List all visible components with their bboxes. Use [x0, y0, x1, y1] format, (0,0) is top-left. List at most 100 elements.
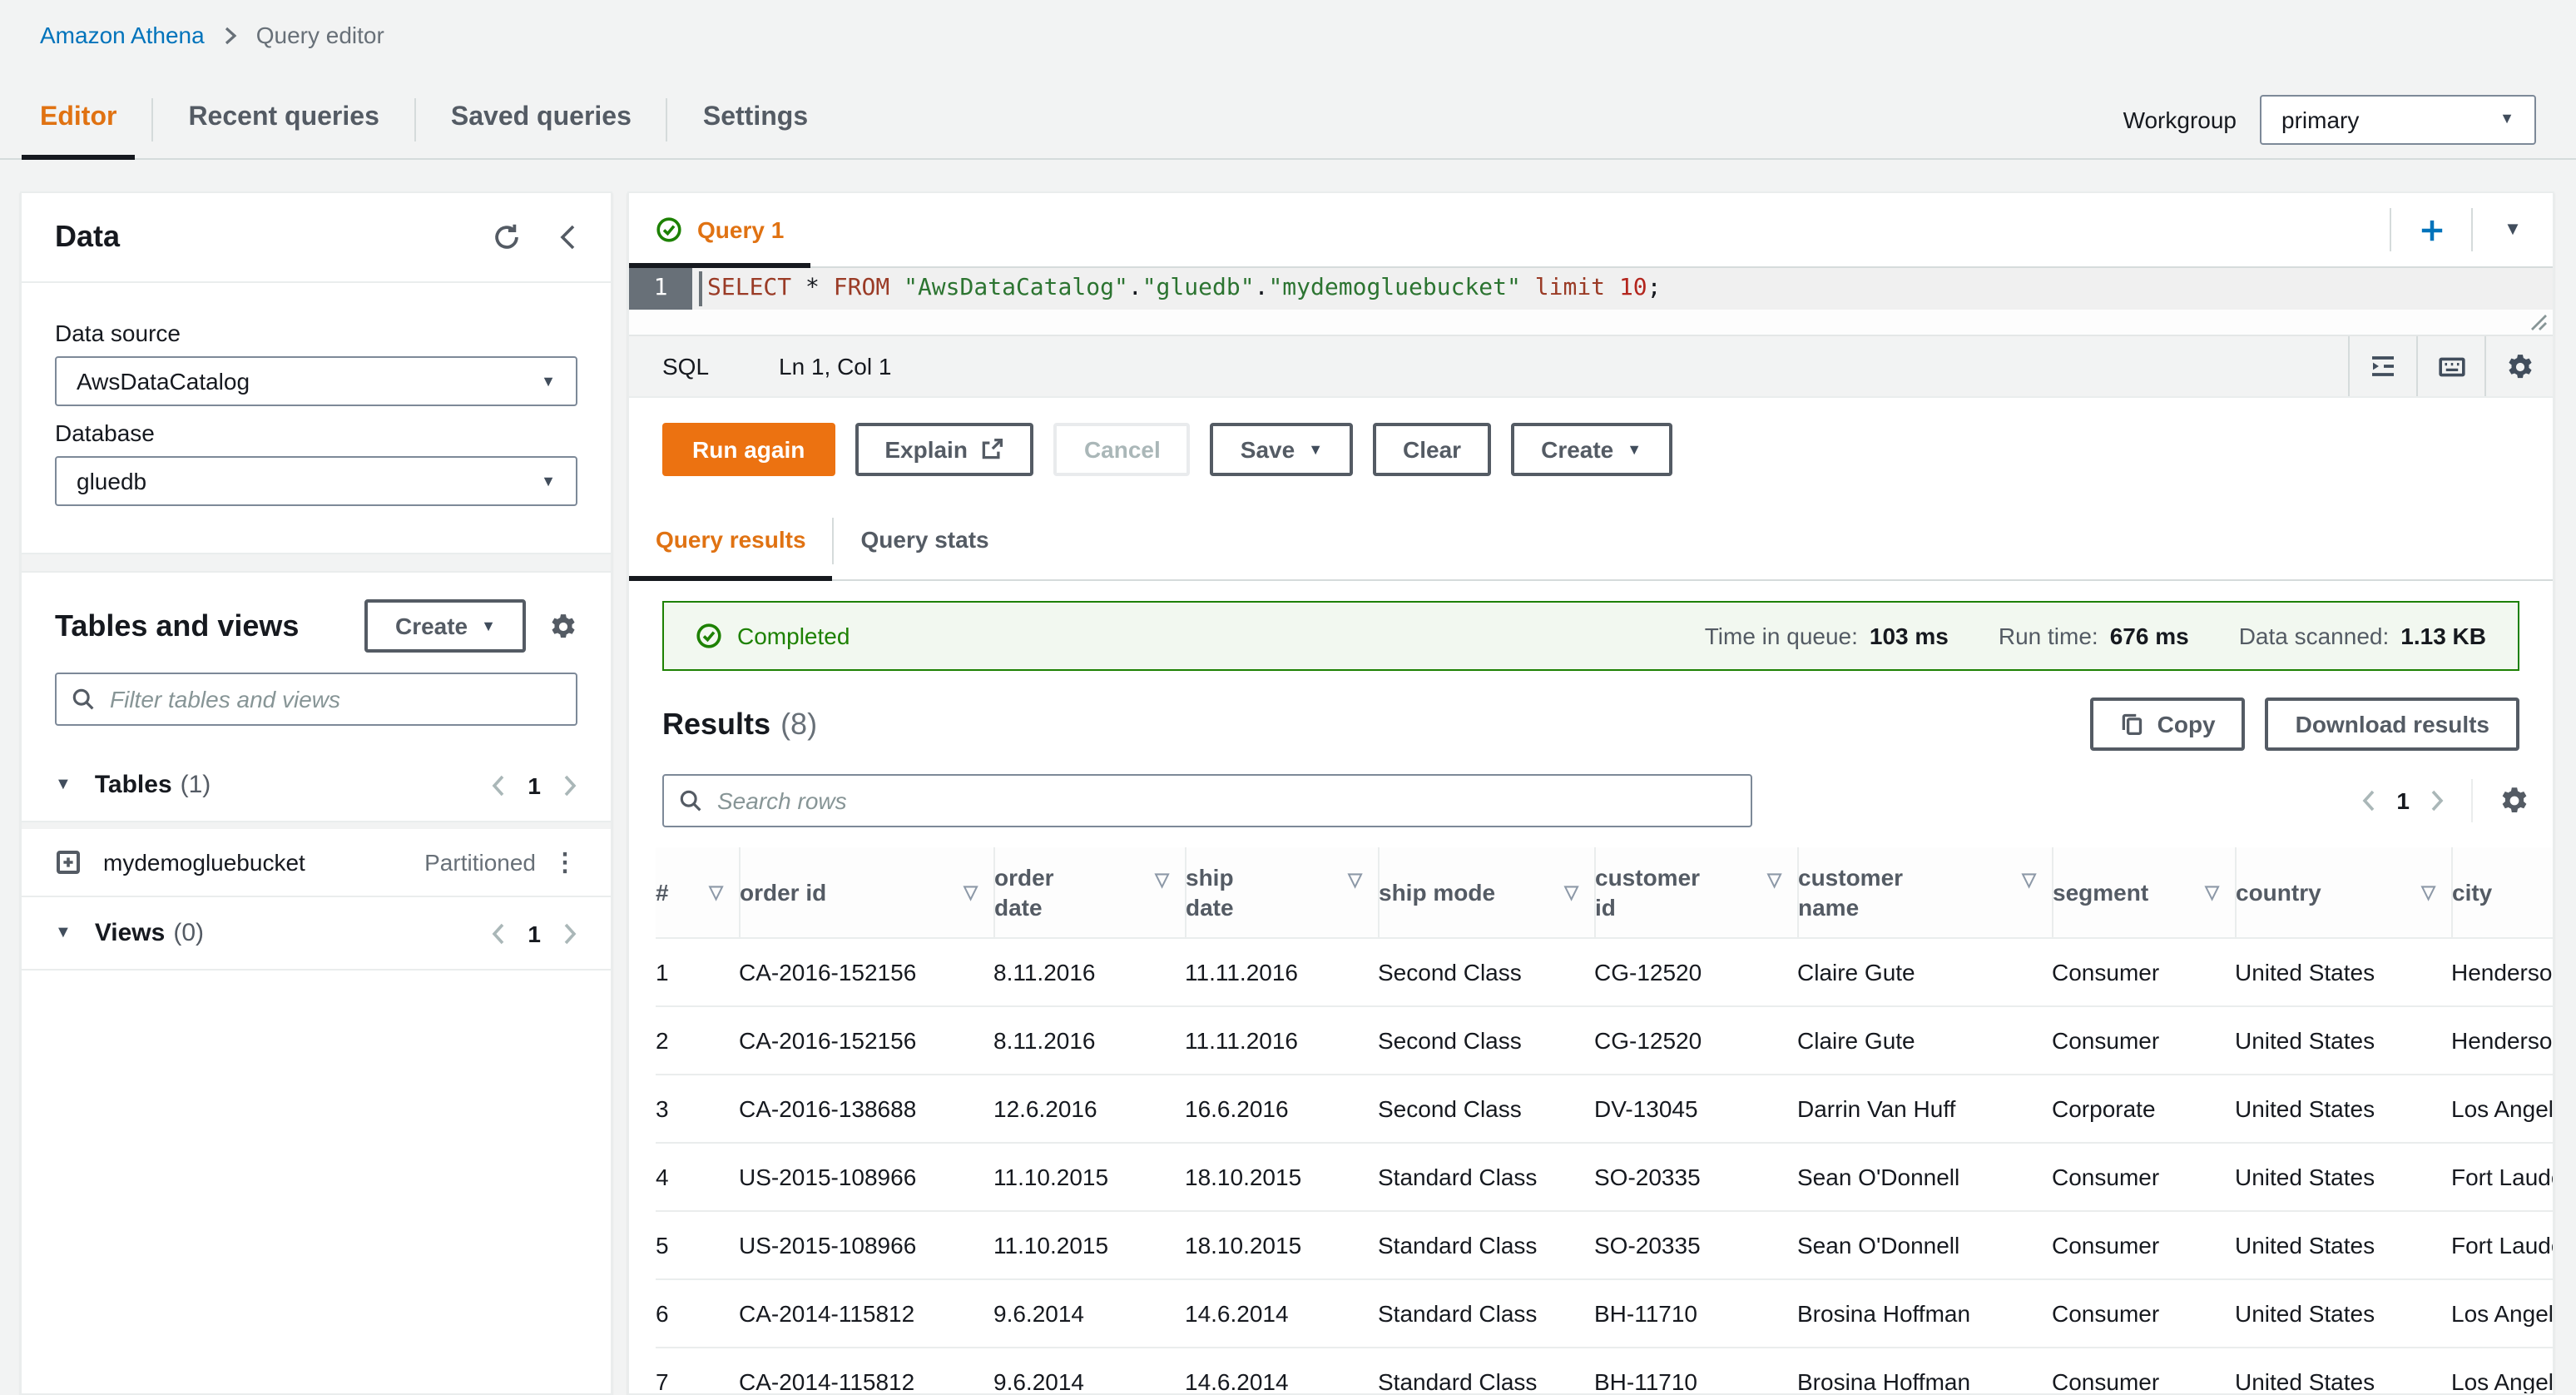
filter-icon[interactable]: ▽	[709, 881, 723, 903]
refresh-icon[interactable]	[493, 223, 521, 251]
gear-icon[interactable]	[549, 612, 577, 640]
table-cell: Consumer	[2052, 1006, 2235, 1075]
column-header-country[interactable]: country▽	[2235, 847, 2451, 938]
results-settings-gear-icon[interactable]	[2499, 786, 2529, 816]
tab-editor[interactable]: Editor	[22, 80, 135, 158]
format-query-icon[interactable]	[2348, 336, 2416, 396]
tab-saved-queries[interactable]: Saved queries	[433, 80, 650, 158]
tab-divider	[666, 97, 668, 141]
views-page-number: 1	[528, 920, 541, 946]
editor-status-bar: SQL Ln 1, Col 1	[629, 336, 2553, 398]
table-cell: Brosina Hoffman	[1797, 1348, 2052, 1393]
create-button[interactable]: Create ▼	[1511, 423, 1672, 476]
data-source-select[interactable]: AwsDataCatalog ▼	[55, 356, 577, 406]
filter-icon[interactable]: ▽	[2022, 869, 2036, 891]
kebab-menu-icon[interactable]: ⋮	[552, 847, 577, 877]
filter-icon[interactable]: ▽	[1155, 869, 1169, 891]
keyboard-shortcuts-icon[interactable]	[2416, 336, 2484, 396]
resize-handle-icon[interactable]	[2524, 308, 2548, 331]
table-cell: United States	[2235, 938, 2451, 1006]
expand-table-icon[interactable]	[55, 849, 82, 876]
table-cell: US-2015-108966	[739, 1211, 993, 1279]
workgroup-value: primary	[2281, 106, 2359, 132]
table-cell: 8.11.2016	[993, 1006, 1185, 1075]
query-tab-1[interactable]: Query 1	[629, 193, 810, 266]
table-cell: Claire Gute	[1797, 938, 2052, 1006]
chevron-left-icon[interactable]	[2361, 789, 2376, 812]
search-rows-input[interactable]	[714, 786, 1736, 816]
results-pager: 1	[2361, 779, 2529, 822]
sql-editor[interactable]: 1 SELECT * FROM "AwsDataCatalog"."gluedb…	[629, 268, 2553, 336]
tab-settings[interactable]: Settings	[685, 80, 826, 158]
table-cell: United States	[2235, 1211, 2451, 1279]
column-label: ship mode	[1379, 877, 1495, 907]
column-header-[interactable]: #▽	[656, 847, 739, 938]
database-select[interactable]: gluedb ▼	[55, 456, 577, 506]
explain-button[interactable]: Explain	[855, 423, 1034, 476]
table-row: 5US-2015-10896611.10.201518.10.2015Stand…	[656, 1211, 2553, 1279]
filter-icon[interactable]: ▽	[964, 881, 978, 903]
filter-input-wrap	[55, 673, 577, 726]
table-cell: Los Angeles	[2451, 1075, 2553, 1143]
tab-recent-queries[interactable]: Recent queries	[170, 80, 397, 158]
filter-icon[interactable]: ▽	[1564, 881, 1578, 903]
table-cell: 9.6.2014	[993, 1279, 1185, 1348]
filter-tables-input[interactable]	[107, 684, 561, 714]
table-cell: Standard Class	[1378, 1279, 1594, 1348]
editor-settings-gear-icon[interactable]	[2484, 336, 2553, 396]
column-header-ship-date[interactable]: ship date▽	[1185, 847, 1378, 938]
column-header-customer-id[interactable]: customer id ▽	[1594, 847, 1797, 938]
filter-icon[interactable]: ▽	[2421, 881, 2435, 903]
views-pager: 1	[491, 920, 577, 946]
filter-icon[interactable]: ▽	[2205, 881, 2219, 903]
column-label: customer id	[1595, 862, 1702, 922]
column-header-ship-mode[interactable]: ship mode ▽	[1378, 847, 1594, 938]
metric-value: 1.13 KB	[2400, 623, 2486, 649]
table-row: 6CA-2014-1158129.6.201414.6.2014Standard…	[656, 1279, 2553, 1348]
table-cell: 12.6.2016	[993, 1075, 1185, 1143]
column-header-customer-name[interactable]: customer name▽	[1797, 847, 2052, 938]
table-cell: 18.10.2015	[1185, 1211, 1378, 1279]
chevron-left-icon[interactable]	[491, 921, 506, 945]
views-group-row[interactable]: ▼ Views (0) 1	[22, 897, 611, 971]
filter-icon[interactable]: ▽	[1348, 869, 1362, 891]
table-cell: US-2015-108966	[739, 1143, 993, 1211]
save-button[interactable]: Save ▼	[1211, 423, 1353, 476]
tab-query-results[interactable]: Query results	[629, 501, 833, 579]
clear-button[interactable]: Clear	[1373, 423, 1491, 476]
filter-icon[interactable]: ▽	[1767, 869, 1781, 891]
chevron-right-icon[interactable]	[562, 773, 577, 797]
column-header-city[interactable]: city▽	[2451, 847, 2553, 938]
chevron-left-icon[interactable]	[491, 773, 506, 797]
chevron-right-icon[interactable]	[2430, 789, 2445, 812]
column-header-order-date[interactable]: order date▽	[993, 847, 1185, 938]
metric-label: Run time:	[1999, 623, 2098, 649]
tables-group-row[interactable]: ▼ Tables (1) 1	[22, 749, 611, 821]
row-number-cell: 5	[656, 1211, 739, 1279]
chevron-down-icon: ▼	[1308, 442, 1323, 457]
create-table-button[interactable]: Create ▼	[365, 599, 526, 653]
copy-button[interactable]: Copy	[2091, 698, 2246, 751]
table-cell: SO-20335	[1594, 1211, 1797, 1279]
collapse-panel-icon[interactable]	[557, 223, 577, 251]
column-header-order-id[interactable]: order id▽	[739, 847, 993, 938]
table-cell: Fort Lauderdale	[2451, 1143, 2553, 1211]
table-cell: Los Angeles	[2451, 1348, 2553, 1393]
download-results-button[interactable]: Download results	[2266, 698, 2519, 751]
table-cell: BH-11710	[1594, 1279, 1797, 1348]
table-cell: CA-2016-138688	[739, 1075, 993, 1143]
data-panel: Data Data source AwsDataCatalog ▼ Databa…	[20, 191, 612, 1395]
breadcrumb-link-amazon-athena[interactable]: Amazon Athena	[40, 22, 205, 48]
cancel-button[interactable]: Cancel	[1054, 423, 1191, 476]
table-body: 1CA-2016-1521568.11.201611.11.2016Second…	[656, 938, 2553, 1393]
tab-query-stats[interactable]: Query stats	[835, 501, 1016, 579]
new-query-tab-icon[interactable]	[2391, 193, 2471, 266]
chevron-down-icon: ▼	[2499, 112, 2514, 127]
column-header-segment[interactable]: segment ▽	[2052, 847, 2235, 938]
table-item-mydemogluebucket[interactable]: mydemogluebucket Partitioned ⋮	[22, 829, 611, 897]
workgroup-select[interactable]: primary ▼	[2260, 94, 2536, 144]
chevron-right-icon[interactable]	[562, 921, 577, 945]
column-label: segment	[2053, 877, 2148, 907]
run-again-button[interactable]: Run again	[662, 423, 835, 476]
tab-overflow-icon[interactable]: ▼	[2473, 193, 2553, 266]
